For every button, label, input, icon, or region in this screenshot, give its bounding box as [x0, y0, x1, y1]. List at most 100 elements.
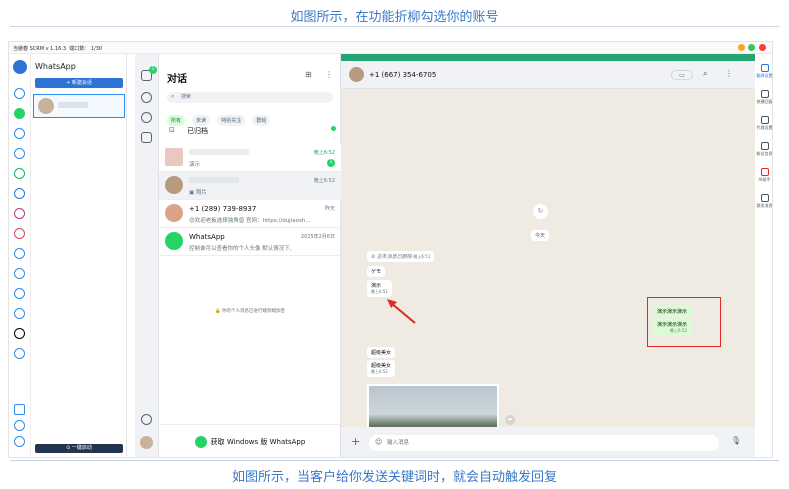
rail-unread-badge: 1	[149, 66, 157, 74]
account-panel-title: WhatsApp	[35, 62, 76, 71]
chat-preview: 演示	[189, 162, 201, 168]
menu-icon[interactable]: ⋮	[325, 70, 333, 79]
messenger-icon[interactable]	[14, 208, 25, 219]
attach-icon[interactable]: +	[351, 435, 360, 448]
telegram-alt-icon[interactable]	[14, 148, 25, 159]
chat-list: 对话 ⊞ ⋮ 搜索 ⌕ 所有 未读 特别关注 群组 ⊡ 已归档 演示 晚上6:5…	[159, 54, 341, 457]
chat-time: 晚上6:52	[313, 150, 335, 156]
channels-icon[interactable]	[141, 112, 152, 123]
list-item[interactable]: ▣ 照片 晚上6:52	[159, 172, 341, 200]
incoming-message: 超级美女 晚上6:52	[367, 360, 396, 377]
filter-unread[interactable]: 未读	[192, 115, 211, 126]
signal-icon[interactable]	[14, 308, 25, 319]
deleted-message: ⊘ 这条消息已删除 晚上6:51	[367, 251, 435, 262]
wa-settings-icon[interactable]	[141, 414, 152, 425]
archive-icon: ⊡	[169, 126, 175, 134]
home-icon[interactable]	[14, 88, 25, 99]
new-session-button[interactable]: + 新建会话	[35, 78, 123, 88]
add-platform-icon[interactable]	[14, 348, 25, 359]
filter-groups[interactable]: 群组	[252, 115, 271, 126]
list-item[interactable]: 演示 晚上6:52 1	[159, 144, 341, 172]
whatsapp-web: 1 对话 ⊞ ⋮ 搜索 ⌕ 所有 未读 特别关注 群组 ⊡ 已归档 演示 晚上6…	[135, 54, 755, 457]
list-item[interactable]: +1 (289) 739-8937 😍欢迎老板选择独角兽 官网：https://…	[159, 200, 341, 228]
search-icon[interactable]: ⌕	[703, 69, 707, 79]
whatsapp-rail: 1	[135, 54, 159, 457]
telegram-icon[interactable]	[14, 128, 25, 139]
whatsapp-icon[interactable]	[14, 108, 25, 119]
logout-icon[interactable]	[14, 436, 25, 447]
avatar	[165, 148, 183, 166]
account-panel: WhatsApp + 新建会话 ⊙ 一键启动	[31, 54, 127, 457]
proxy-settings-button[interactable]: 代理设置	[755, 116, 772, 131]
photo-icon: ▣	[189, 190, 196, 196]
one-key-start-button[interactable]: ⊙ 一键启动	[35, 444, 123, 453]
chat-time: 晚上6:52	[313, 178, 335, 184]
facebook-icon[interactable]	[14, 188, 25, 199]
avatar	[165, 204, 183, 222]
ai-assistant-button[interactable]: AI助手	[755, 168, 772, 183]
twitter-icon[interactable]	[14, 268, 25, 279]
chat-preview: 😍欢迎老板选择独角兽 官网：https://dujiaosh...	[189, 218, 311, 224]
lock-icon: 🔒	[214, 309, 223, 314]
quick-reply-button[interactable]: 快捷回复	[755, 90, 772, 105]
list-item[interactable]: WhatsApp 控制谁可以查看你的个人头像 默认情况下, 2025年2月6日	[159, 228, 341, 256]
unread-badge: 1	[327, 159, 335, 167]
video-call-icon[interactable]: ▭	[671, 70, 693, 80]
mic-icon[interactable]: 🎙	[731, 436, 741, 445]
forward-icon[interactable]: ➦	[505, 415, 515, 425]
chat-time: 2025年2月6日	[300, 234, 335, 240]
emoji-icon[interactable]: ☺	[375, 438, 382, 446]
menu-icon[interactable]: ⋮	[725, 69, 733, 78]
right-sidebar: 翻译设置 快捷回复 代理设置 粉丝信息 AI助手 群发消息	[755, 54, 772, 457]
whatsapp-avatar-icon	[165, 232, 183, 250]
archived-row[interactable]: 已归档	[187, 126, 208, 136]
conversation-pane: +1 (667) 354-6705 ▭ ⌕ ⋮ ↻ 今天 ⊘ 这条消息已删除 晚…	[341, 54, 755, 457]
account-row[interactable]	[33, 94, 125, 118]
search-icon: ⌕	[171, 93, 175, 100]
translate-settings-button[interactable]: 翻译设置	[755, 64, 772, 79]
incoming-message: 演示 晚上6:51	[367, 280, 392, 297]
filter-favorites[interactable]: 特别关注	[217, 115, 246, 126]
grid-icon[interactable]	[14, 404, 25, 415]
app-window: 当傲春 SCRM v 1.16.3 端口数： 1/30 WhatsApp + 新…	[8, 41, 773, 458]
filter-all[interactable]: 所有	[167, 115, 186, 126]
fan-info-button[interactable]: 粉丝信息	[755, 142, 772, 157]
chat-name: WhatsApp	[189, 233, 225, 241]
chat-name: +1 (289) 739-8937	[189, 205, 257, 213]
search-input[interactable]: 搜索	[167, 92, 333, 103]
window-title: 当傲春 SCRM v 1.16.3 端口数： 1/30	[13, 46, 103, 52]
composer: + 输入消息 ☺ 🎙	[341, 427, 755, 457]
avatar	[165, 176, 183, 194]
bottom-caption: 如图所示，当客户给你发送关键词时，就会自动触发回复	[231, 470, 557, 485]
settings-icon[interactable]	[14, 420, 25, 431]
chat-time: 昨天	[324, 206, 335, 212]
new-chat-icon[interactable]: ⊞	[305, 70, 312, 79]
instagram-icon[interactable]	[14, 228, 25, 239]
refresh-icon[interactable]: ↻	[533, 204, 548, 219]
e2e-note: 🔒 你的个人消息已进行端到端加密	[214, 309, 286, 314]
profile-avatar[interactable]	[140, 436, 153, 449]
avatar	[38, 98, 54, 114]
maximize-button[interactable]	[748, 44, 756, 51]
tiktok-icon[interactable]	[14, 328, 25, 339]
contact-phone[interactable]: +1 (667) 354-6705	[369, 71, 436, 79]
zalo-icon[interactable]	[14, 248, 25, 259]
chat-name-blurred	[189, 149, 249, 155]
close-button[interactable]	[759, 44, 766, 51]
highlight-box	[647, 297, 721, 347]
status-icon[interactable]	[141, 92, 152, 103]
line-icon[interactable]	[14, 168, 25, 179]
mass-message-button[interactable]: 群发消息	[755, 194, 772, 209]
app-logo-icon	[13, 60, 27, 74]
line-alt-icon[interactable]	[14, 288, 25, 299]
minimize-button[interactable]	[737, 44, 745, 51]
contact-avatar[interactable]	[349, 67, 364, 82]
communities-icon[interactable]	[141, 132, 152, 143]
account-name-blurred	[58, 102, 88, 108]
message-input[interactable]: 输入消息	[369, 435, 719, 451]
whatsapp-logo-icon	[194, 436, 207, 448]
conversation-header: +1 (667) 354-6705 ▭ ⌕ ⋮	[341, 61, 755, 89]
get-windows-link[interactable]: 获取 Windows 版 WhatsApp	[159, 424, 341, 457]
date-chip: 今天	[531, 230, 550, 241]
top-divider	[10, 26, 779, 27]
